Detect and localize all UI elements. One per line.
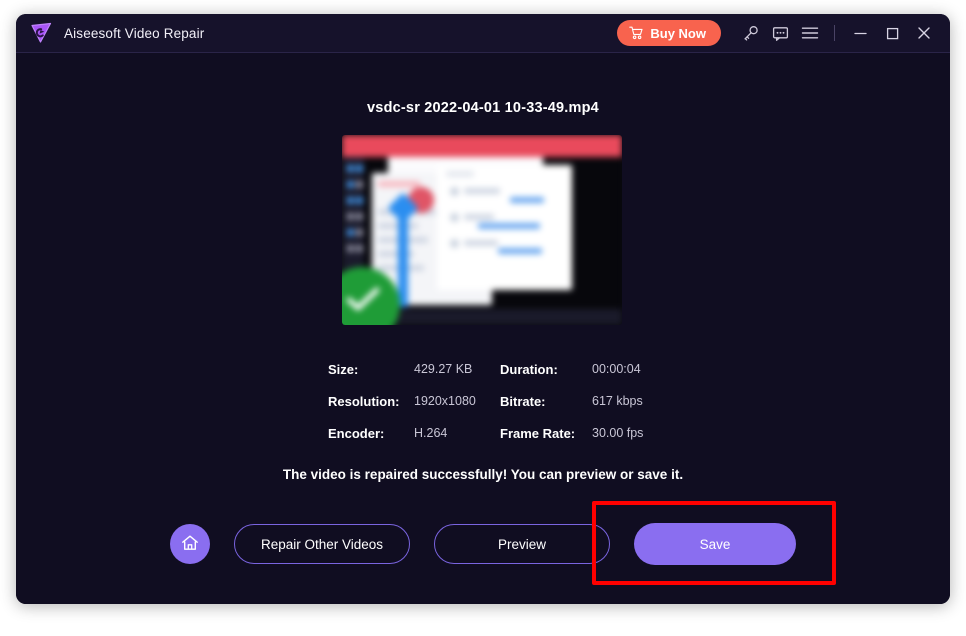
metadata-value-frame-rate: 30.00 fps (592, 426, 644, 440)
metadata-label-duration: Duration: (500, 361, 558, 377)
maximize-icon[interactable] (876, 17, 908, 49)
video-preview-thumbnail[interactable] (342, 135, 622, 325)
metadata-value-duration: 00:00:04 (592, 362, 641, 376)
app-brand: Aiseesoft Video Repair (16, 20, 204, 46)
file-name-title: vsdc-sr 2022-04-01 10-33-49.mp4 (367, 100, 599, 116)
titlebar-controls: Buy Now (617, 14, 950, 52)
save-button[interactable]: Save (634, 523, 797, 565)
save-button-wrapper: Save (592, 501, 837, 585)
feedback-chat-icon[interactable] (765, 18, 795, 48)
metadata-row: Resolution: 1920x1080 Bitrate: 617 kbps (328, 385, 678, 417)
key-icon[interactable] (735, 18, 765, 48)
app-title: Aiseesoft Video Repair (64, 25, 205, 41)
hamburger-menu-icon[interactable] (795, 18, 825, 48)
metadata-value-encoder: H.264 (414, 426, 448, 440)
metadata-value-resolution: 1920x1080 (414, 394, 476, 408)
buy-now-label: Buy Now (650, 25, 706, 41)
thumbnail-image (342, 135, 622, 325)
metadata-value-size: 429.27 KB (414, 362, 473, 376)
status-message: The video is repaired successfully! You … (282, 467, 684, 482)
close-icon[interactable] (908, 17, 940, 49)
home-button[interactable] (169, 524, 210, 564)
metadata-label-size: Size: (328, 361, 359, 377)
minimize-icon[interactable] (844, 17, 876, 49)
home-icon (180, 533, 200, 556)
screenshot-root: Aiseesoft Video Repair Buy Now vsdc-sr 2… (0, 0, 966, 636)
metadata-label-bitrate: Bitrate: (500, 393, 546, 409)
metadata-label-frame-rate: Frame Rate: (500, 425, 576, 441)
metadata-label-resolution: Resolution: (328, 393, 400, 409)
video-metadata-table: Size: 429.27 KB Duration: 00:00:04 Resol… (328, 353, 678, 449)
metadata-row: Encoder: H.264 Frame Rate: 30.00 fps (328, 417, 678, 449)
repair-other-videos-button[interactable]: Repair Other Videos (233, 524, 411, 564)
preview-button[interactable]: Preview (434, 524, 611, 564)
buy-now-button[interactable]: Buy Now (617, 20, 721, 46)
shopping-cart-icon (629, 26, 644, 40)
titlebar-divider (834, 25, 835, 41)
metadata-row: Size: 429.27 KB Duration: 00:00:04 (328, 353, 678, 385)
title-bar: Aiseesoft Video Repair Buy Now (16, 14, 950, 53)
action-button-row: Repair Other Videos Preview Save (16, 501, 950, 585)
main-content: vsdc-sr 2022-04-01 10-33-49.mp4 Size: 42… (16, 53, 950, 604)
aiseesoft-play-logo-icon (28, 20, 54, 46)
metadata-value-bitrate: 617 kbps (592, 394, 643, 408)
metadata-label-encoder: Encoder: (328, 425, 385, 441)
app-window: Aiseesoft Video Repair Buy Now vsdc-sr 2… (16, 14, 950, 604)
